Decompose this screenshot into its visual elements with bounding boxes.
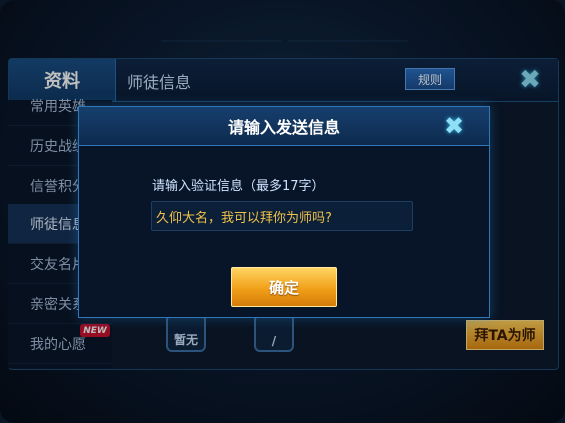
dialog-close-button[interactable]: ✖	[436, 109, 472, 143]
dialog-title: 请输入发送信息	[227, 118, 340, 137]
verification-prompt: 请输入验证信息（最多17字）	[152, 179, 325, 194]
close-icon: ✖	[443, 112, 465, 140]
send-message-dialog: 请输入发送信息 ✖ 请输入验证信息（最多17字） 久仰大名，我可以拜你为师吗? …	[78, 106, 490, 318]
confirm-button[interactable]: 确定	[231, 267, 337, 307]
game-screen: 资料 师徒信息 规则 ✖ 常用英雄 历史战绩 信誉积分 师徒信息 交友名片 亲密…	[0, 0, 565, 423]
verification-message-input[interactable]: 久仰大名，我可以拜你为师吗?	[151, 201, 413, 231]
dialog-header: 请输入发送信息 ✖	[79, 107, 489, 146]
